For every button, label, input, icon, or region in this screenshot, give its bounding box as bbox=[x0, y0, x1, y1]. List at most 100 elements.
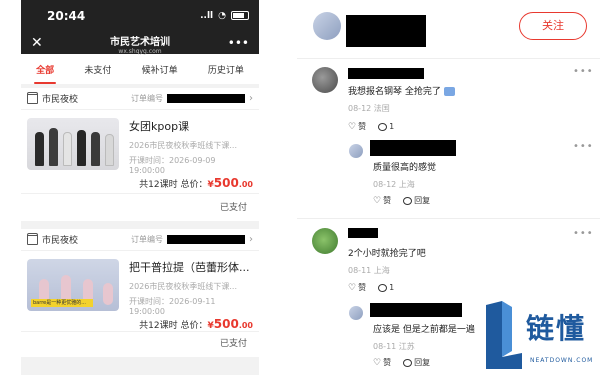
course-subtitle: 2026市民夜校秋季班线下课... bbox=[129, 141, 237, 150]
logo-text: 链懂 bbox=[526, 312, 587, 345]
reply-button[interactable]: 回复 bbox=[403, 195, 430, 206]
reply-count-button[interactable]: 1 bbox=[378, 121, 394, 132]
like-button[interactable]: ♡ 赞 bbox=[348, 282, 366, 293]
redacted-reply-name bbox=[370, 140, 456, 156]
reply-meta: 08-12 上海 bbox=[373, 180, 415, 189]
divider bbox=[297, 58, 600, 59]
price-decimal: .00 bbox=[238, 321, 253, 330]
author-avatar[interactable] bbox=[313, 12, 341, 40]
more-icon[interactable]: ••• bbox=[573, 228, 594, 239]
order-header: 市民夜校 订单编号 › bbox=[21, 229, 259, 251]
shop-icon bbox=[27, 232, 38, 245]
order-total: 共12课时 总价：¥500.00 bbox=[21, 317, 259, 331]
follow-button[interactable]: 关注 bbox=[519, 12, 587, 40]
comment-text: 2个小时就抢完了吧 bbox=[348, 249, 426, 259]
shop-name: 市民夜校 bbox=[42, 95, 79, 105]
shop-name: 市民夜校 bbox=[42, 236, 79, 246]
heart-icon: ♡ bbox=[348, 121, 357, 132]
signal-icon: ..ll bbox=[200, 10, 214, 21]
comment-icon bbox=[378, 122, 388, 131]
order-header: 市民夜校 订单编号 › bbox=[21, 88, 259, 110]
heart-icon: ♡ bbox=[373, 195, 382, 206]
chevron-right-icon[interactable]: › bbox=[249, 93, 253, 104]
nav-title: 市民艺术培训 wx.shqyg.com bbox=[21, 33, 259, 55]
order-number-label: 订单编号 bbox=[131, 94, 163, 103]
course-thumbnail bbox=[27, 118, 119, 170]
comment-actions: ♡ 赞 1 bbox=[348, 121, 394, 132]
comment-icon bbox=[403, 196, 413, 205]
battery-icon bbox=[231, 11, 249, 20]
tab-unpaid[interactable]: 未支付 bbox=[82, 59, 113, 80]
thumbnail-banner: barre是一种更优雅的... bbox=[31, 299, 93, 307]
divider bbox=[21, 193, 259, 194]
reply-avatar[interactable] bbox=[349, 144, 363, 158]
order-status: 已支付 bbox=[219, 203, 247, 213]
status-time: 20:44 bbox=[47, 8, 86, 23]
order-summary: 共12课时 总价： bbox=[139, 180, 208, 190]
nav-title-text: 市民艺术培训 bbox=[110, 37, 170, 48]
price-decimal: .00 bbox=[238, 180, 253, 189]
order-summary: 共12课时 总价： bbox=[139, 321, 208, 331]
order-card[interactable]: 市民夜校 订单编号 › barre是一种更优雅的... 把干普拉提（芭蕾形体..… bbox=[21, 229, 259, 357]
reply-meta: 08-11 江苏 bbox=[373, 342, 415, 351]
reply-text: 质量很高的感觉 bbox=[373, 163, 437, 173]
redacted-order-number bbox=[167, 235, 245, 244]
like-button[interactable]: ♡ 赞 bbox=[373, 357, 391, 368]
logo-mark-icon bbox=[486, 301, 522, 369]
order-status: 已支付 bbox=[219, 339, 247, 349]
nav-subtitle: wx.shqyg.com bbox=[118, 48, 162, 55]
watermark-logo: 链懂 NEATDOWN.COM bbox=[484, 299, 600, 371]
status-bar: 20:44 ..ll ◔ bbox=[21, 0, 259, 31]
comment-actions: ♡ 赞 1 bbox=[348, 282, 394, 293]
divider bbox=[297, 218, 600, 219]
emoji-icon bbox=[443, 87, 455, 96]
course-start-time: 开课时间：2026-09-09 19:00:00 bbox=[129, 156, 216, 175]
screenshot-root: 20:44 ..ll ◔ ✕ 市民艺术培训 wx.shqyg.com ••• 全… bbox=[0, 0, 600, 375]
redacted-author-name bbox=[346, 15, 426, 47]
commenter-avatar[interactable] bbox=[312, 67, 338, 93]
order-info: 把干普拉提（芭蕾形体... 2026市民夜校秋季班线下课... 开课时间：202… bbox=[129, 259, 253, 316]
redacted-commenter-name bbox=[348, 228, 378, 238]
course-subtitle: 2026市民夜校秋季班线下课... bbox=[129, 282, 237, 291]
redacted-commenter-name bbox=[348, 68, 424, 79]
reply-actions: ♡ 赞 回复 bbox=[373, 195, 430, 206]
reply-avatar[interactable] bbox=[349, 306, 363, 320]
tab-all[interactable]: 全部 bbox=[34, 59, 57, 84]
nav-bar: ✕ 市民艺术培训 wx.shqyg.com ••• bbox=[21, 31, 259, 55]
more-icon[interactable]: ••• bbox=[573, 66, 594, 77]
logo-subtext: NEATDOWN.COM bbox=[530, 357, 594, 364]
reply-button[interactable]: 回复 bbox=[403, 357, 430, 368]
heart-icon: ♡ bbox=[348, 282, 357, 293]
order-body: 女团kpop课 2026市民夜校秋季班线下课... 开课时间：2026-09-0… bbox=[21, 110, 259, 175]
course-thumbnail: barre是一种更优雅的... bbox=[27, 259, 119, 311]
like-button[interactable]: ♡ 赞 bbox=[373, 195, 391, 206]
chevron-right-icon[interactable]: › bbox=[249, 234, 253, 245]
order-info: 女团kpop课 2026市民夜校秋季班线下课... 开课时间：2026-09-0… bbox=[129, 118, 253, 175]
redacted-reply-name bbox=[370, 303, 462, 317]
wifi-icon: ◔ bbox=[218, 10, 226, 21]
more-icon[interactable]: ••• bbox=[573, 141, 594, 152]
order-tabs: 全部 未支付 候补订单 历史订单 bbox=[21, 54, 259, 84]
price-amount: 500 bbox=[213, 317, 239, 331]
status-icons: ..ll ◔ bbox=[200, 11, 249, 21]
comment-icon bbox=[403, 358, 413, 367]
tab-waitlist[interactable]: 候补订单 bbox=[140, 59, 180, 80]
divider bbox=[21, 331, 259, 332]
order-body: barre是一种更优雅的... 把干普拉提（芭蕾形体... 2026市民夜校秋季… bbox=[21, 251, 259, 316]
tab-history[interactable]: 历史订单 bbox=[206, 59, 246, 80]
reply-text: 应该是 但是之前都是一遍 bbox=[373, 325, 475, 335]
reply-actions: ♡ 赞 回复 bbox=[373, 357, 430, 368]
comment-text: 我想报名钢琴 全抢完了 bbox=[348, 84, 455, 97]
reply-count-button[interactable]: 1 bbox=[378, 282, 394, 293]
price-amount: 500 bbox=[213, 176, 239, 190]
order-card[interactable]: 市民夜校 订单编号 › 女团kpop课 2026市民夜校秋季班线下课... 开课… bbox=[21, 88, 259, 221]
comment-meta: 08-12 法国 bbox=[348, 104, 390, 113]
course-start-time: 开课时间：2026-09-11 19:00:00 bbox=[129, 297, 216, 316]
comment-icon bbox=[378, 283, 388, 292]
order-list-phone: 20:44 ..ll ◔ ✕ 市民艺术培训 wx.shqyg.com ••• 全… bbox=[21, 0, 259, 375]
redacted-order-number bbox=[167, 94, 245, 103]
like-button[interactable]: ♡ 赞 bbox=[348, 121, 366, 132]
commenter-avatar[interactable] bbox=[312, 228, 338, 254]
heart-icon: ♡ bbox=[373, 357, 382, 368]
course-title: 女团kpop课 bbox=[129, 120, 190, 133]
